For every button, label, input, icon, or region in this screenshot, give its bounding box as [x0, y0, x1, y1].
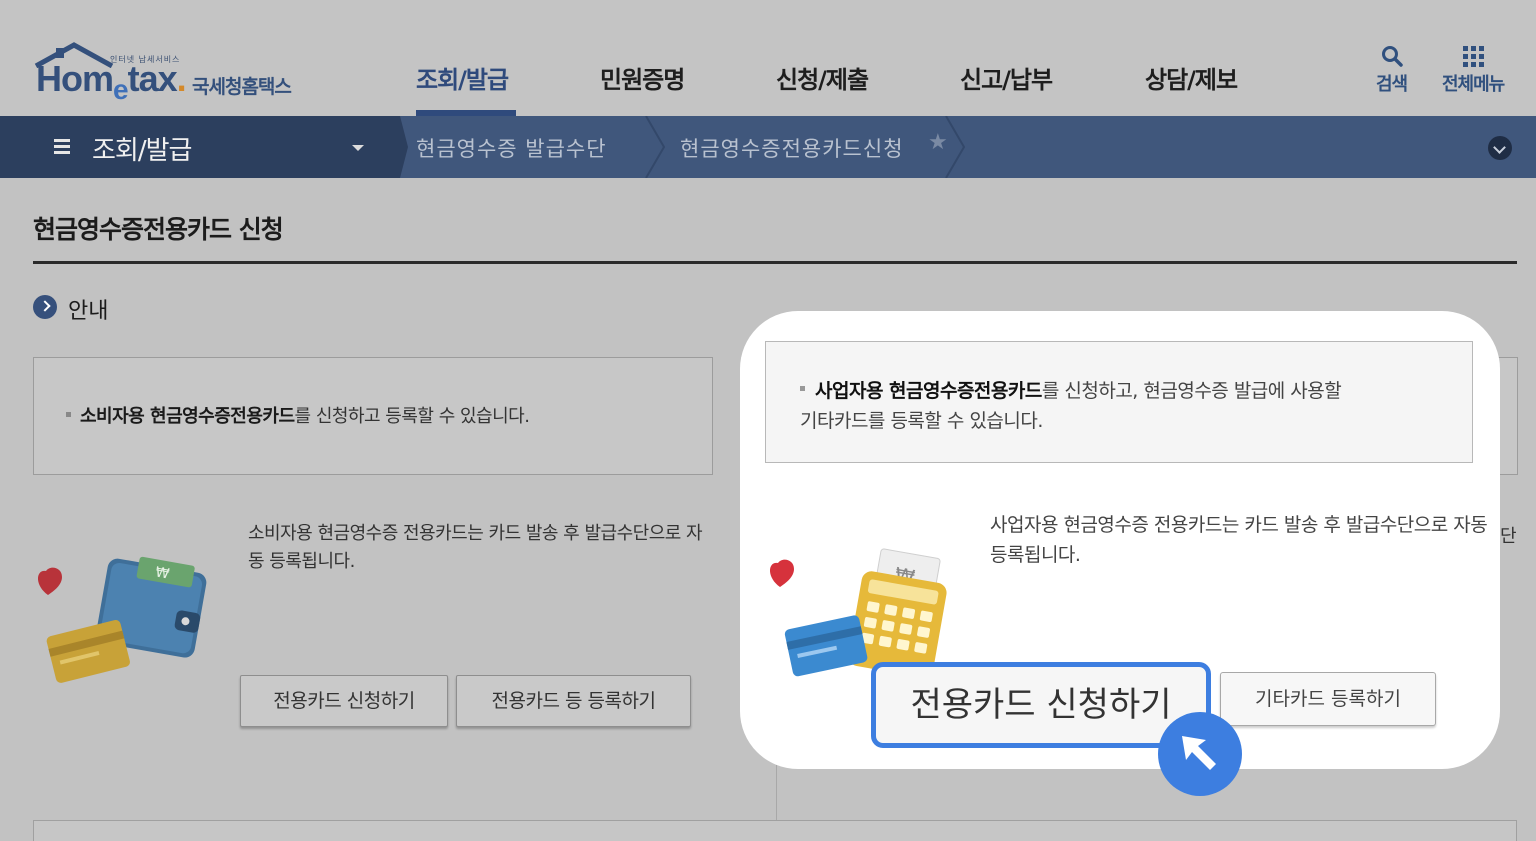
breadcrumb-item-card-apply[interactable]: 현금영수증전용카드신청 [680, 133, 904, 163]
heart-icon [38, 567, 62, 595]
nav-item-certificates[interactable]: 민원증명 [600, 60, 685, 100]
breadcrumb-section-title[interactable]: 조회/발급 [92, 130, 192, 167]
consumer-info-text: 소비자용 현금영수증전용카드를 신청하고 등록할 수 있습니다. [66, 402, 530, 428]
business-description: 사업자용 현금영수증 전용카드는 카드 발송 후 발급수단으로 자동 등록됩니다… [990, 514, 1488, 566]
consumer-apply-card-button[interactable]: 전용카드 신청하기 [240, 675, 448, 727]
consumer-info-box: 소비자용 현금영수증전용카드를 신청하고 등록할 수 있습니다. [33, 357, 713, 475]
hometax-logo[interactable]: 인터넷 납세서비스 Hometax. 국세청홈택스 [30, 42, 320, 112]
breadcrumb-separator [384, 116, 408, 178]
breadcrumb-separator [645, 116, 666, 178]
nav-item-inquiry[interactable]: 조회/발급 [416, 60, 509, 100]
consumer-description: 소비자용 현금영수증 전용카드는 카드 발송 후 발급수단으로 자동 등록됩니다… [248, 523, 703, 572]
star-icon[interactable]: ★ [928, 130, 948, 155]
business-info-text: 사업자용 현금영수증전용카드를 신청하고, 현금영수증 발급에 사용할 기타카드를… [800, 380, 1342, 432]
cursor-pointer [1158, 712, 1242, 796]
business-info-box: 사업자용 현금영수증전용카드를 신청하고, 현금영수증 발급에 사용할 기타카드를… [765, 341, 1473, 463]
heart-icon [770, 559, 794, 587]
panel-divider [776, 757, 777, 827]
nav-item-apply[interactable]: 신청/제출 [776, 60, 869, 100]
hamburger-icon[interactable] [54, 139, 70, 157]
nav-item-report[interactable]: 신고/납부 [960, 60, 1053, 100]
page-title: 현금영수증전용카드 신청 [33, 215, 284, 244]
guide-heading: 안내 [68, 299, 109, 324]
logo-wordmark: Hometax. [36, 58, 187, 105]
nav-item-consult[interactable]: 상담/제보 [1145, 60, 1238, 100]
chevron-down-icon[interactable] [1488, 136, 1512, 160]
arrow-right-circle-icon [33, 295, 57, 319]
search-icon [1381, 46, 1403, 67]
search-label: 검색 [1376, 74, 1408, 95]
logo-korean-name: 국세청홈택스 [192, 76, 292, 98]
all-menu-button[interactable]: 전체메뉴 [1442, 44, 1505, 96]
caret-down-icon[interactable] [352, 145, 364, 151]
all-menu-label: 전체메뉴 [1442, 74, 1505, 95]
consumer-register-card-button[interactable]: 전용카드 등 등록하기 [456, 675, 691, 727]
grid-menu-icon [1463, 46, 1485, 67]
business-register-other-card-button[interactable]: 기타카드 등록하기 [1220, 672, 1436, 726]
wallet-illustration: ₩ [38, 556, 207, 683]
cursor-arrow-icon [1182, 736, 1216, 770]
title-divider [33, 261, 1517, 264]
search-button[interactable]: 검색 [1376, 44, 1408, 96]
svg-text:₩: ₩ [154, 564, 171, 582]
next-section-box [33, 820, 1517, 841]
breadcrumb-item-issue-method[interactable]: 현금영수증 발급수단 [416, 133, 607, 163]
panel-edge-text: 단 [1500, 526, 1517, 547]
